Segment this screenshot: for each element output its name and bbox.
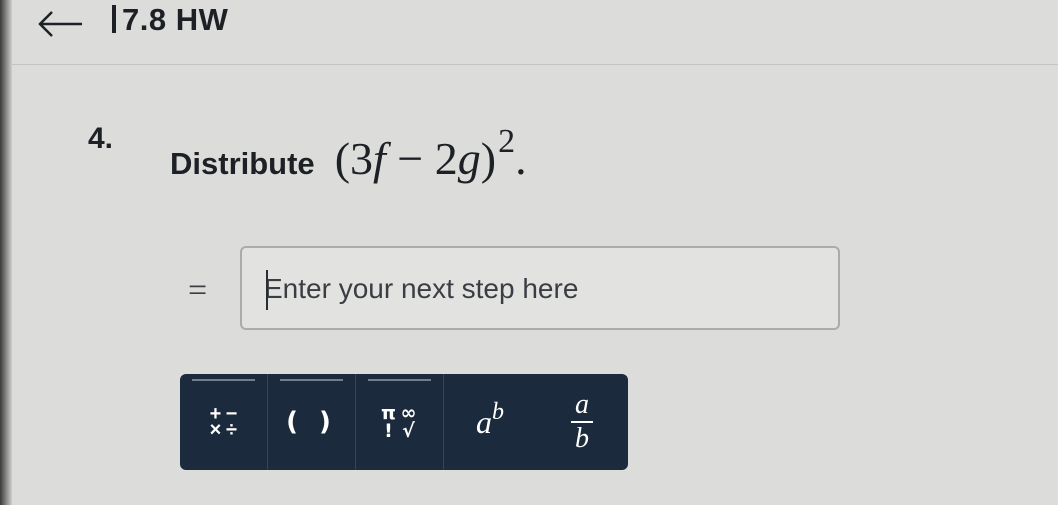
divide-glyph: ÷ xyxy=(226,419,237,441)
question-instruction: Distribute xyxy=(170,146,315,181)
question-number: 4. xyxy=(88,122,114,155)
fraction-numerator: a xyxy=(575,389,589,420)
sqrt-glyph: √ xyxy=(402,420,415,442)
equals-sign: = xyxy=(188,272,208,309)
screen-bezel xyxy=(0,0,12,505)
assignment-header: 7.8 HW xyxy=(0,0,1058,62)
expr-coef-2: 2 xyxy=(434,133,458,184)
operators-key[interactable]: + − × ÷ xyxy=(180,374,268,470)
assignment-title-text: 7.8 HW xyxy=(122,2,229,37)
symbols-key[interactable]: π ∞ ! √ xyxy=(356,374,444,470)
math-keyboard-toolbar: + − × ÷ ( ) π ∞ ! √ ab a b xyxy=(180,374,628,470)
expr-close-paren: ) xyxy=(480,133,497,184)
expr-open-paren: ( xyxy=(334,133,351,184)
back-button[interactable] xyxy=(30,2,90,46)
assignment-title: 7.8 HW xyxy=(112,2,228,38)
parentheses-glyph: ( ) xyxy=(286,407,337,437)
exponent-glyph: ab xyxy=(476,399,504,441)
expr-period: . xyxy=(515,133,527,184)
parentheses-key[interactable]: ( ) xyxy=(268,374,356,470)
factorial-glyph: ! xyxy=(384,420,393,442)
exponent-base: a xyxy=(476,403,492,440)
text-caret xyxy=(266,270,268,310)
symbols-glyphs: π ∞ ! √ xyxy=(380,404,420,442)
question-expression: (3f − 2g)2. xyxy=(334,123,527,185)
operators-glyphs: + − × ÷ xyxy=(208,404,240,441)
title-bar-mark xyxy=(112,5,116,33)
fraction-denominator: b xyxy=(575,423,589,454)
fraction-key[interactable]: a b xyxy=(536,374,628,470)
exponent-power: b xyxy=(492,398,504,425)
answer-input[interactable] xyxy=(264,266,814,312)
expr-var-g: g xyxy=(457,133,481,184)
header-divider xyxy=(12,64,1058,65)
arrow-left-icon xyxy=(38,11,82,37)
answer-field-container[interactable] xyxy=(240,246,840,330)
question-prompt: Distribute (3f − 2g)2. xyxy=(170,123,527,185)
exponent-key[interactable]: ab xyxy=(444,374,536,470)
expr-operator: − xyxy=(385,133,435,184)
expr-var-f: f xyxy=(373,133,386,184)
times-glyph: × xyxy=(209,419,222,441)
fraction-glyph: a b xyxy=(571,391,593,453)
expr-exponent: 2 xyxy=(498,123,516,160)
expr-coef-1: 3 xyxy=(350,133,374,184)
